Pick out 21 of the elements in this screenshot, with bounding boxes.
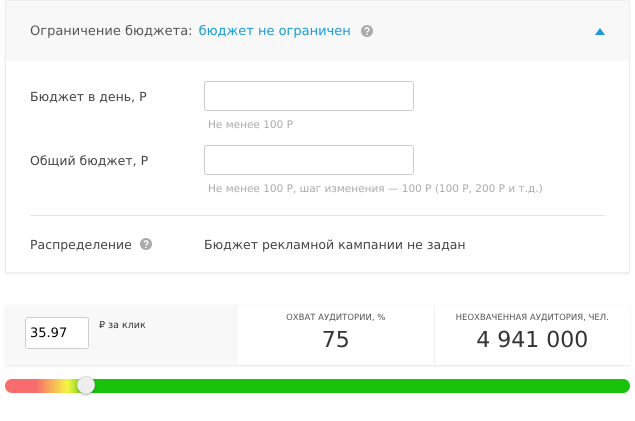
field-hint: Не менее 100 Р, шаг изменения — 100 Р (100 Р, 200 Р и т.д.) [208,183,543,195]
bid-slider[interactable] [5,379,630,393]
bid-input[interactable]: 35.97 [25,317,89,349]
stat-label: ОХВАТ АУДИТОРИИ, % [286,313,386,323]
distribution-value: Бюджет рекламной кампании не задан [204,236,466,252]
budget-header[interactable]: Ограничение бюджета: бюджет не ограничен [6,1,629,61]
stat-value: 4 941 000 [476,328,588,353]
bid-unit: ₽ за клик [99,320,146,331]
field-label: Бюджет в день, Р [30,88,148,106]
distribution-label: Распределение [30,236,132,252]
caret-icon[interactable] [595,28,605,34]
stat-value: 75 [322,328,350,353]
stat-label: НЕОХВАЧЕННАЯ АУДИТОРИЯ, ЧЕЛ. [456,313,609,323]
help-icon[interactable] [360,25,373,37]
budget-input[interactable] [204,81,414,111]
field-label: Общий бюджет, Р [30,152,150,170]
budget-limit-label: Ограничение бюджета: [30,24,193,38]
field-hint: Не менее 100 Р [208,119,294,131]
budget-input[interactable] [204,145,414,175]
help-icon[interactable] [140,238,152,250]
slider-thumb[interactable] [77,376,96,394]
